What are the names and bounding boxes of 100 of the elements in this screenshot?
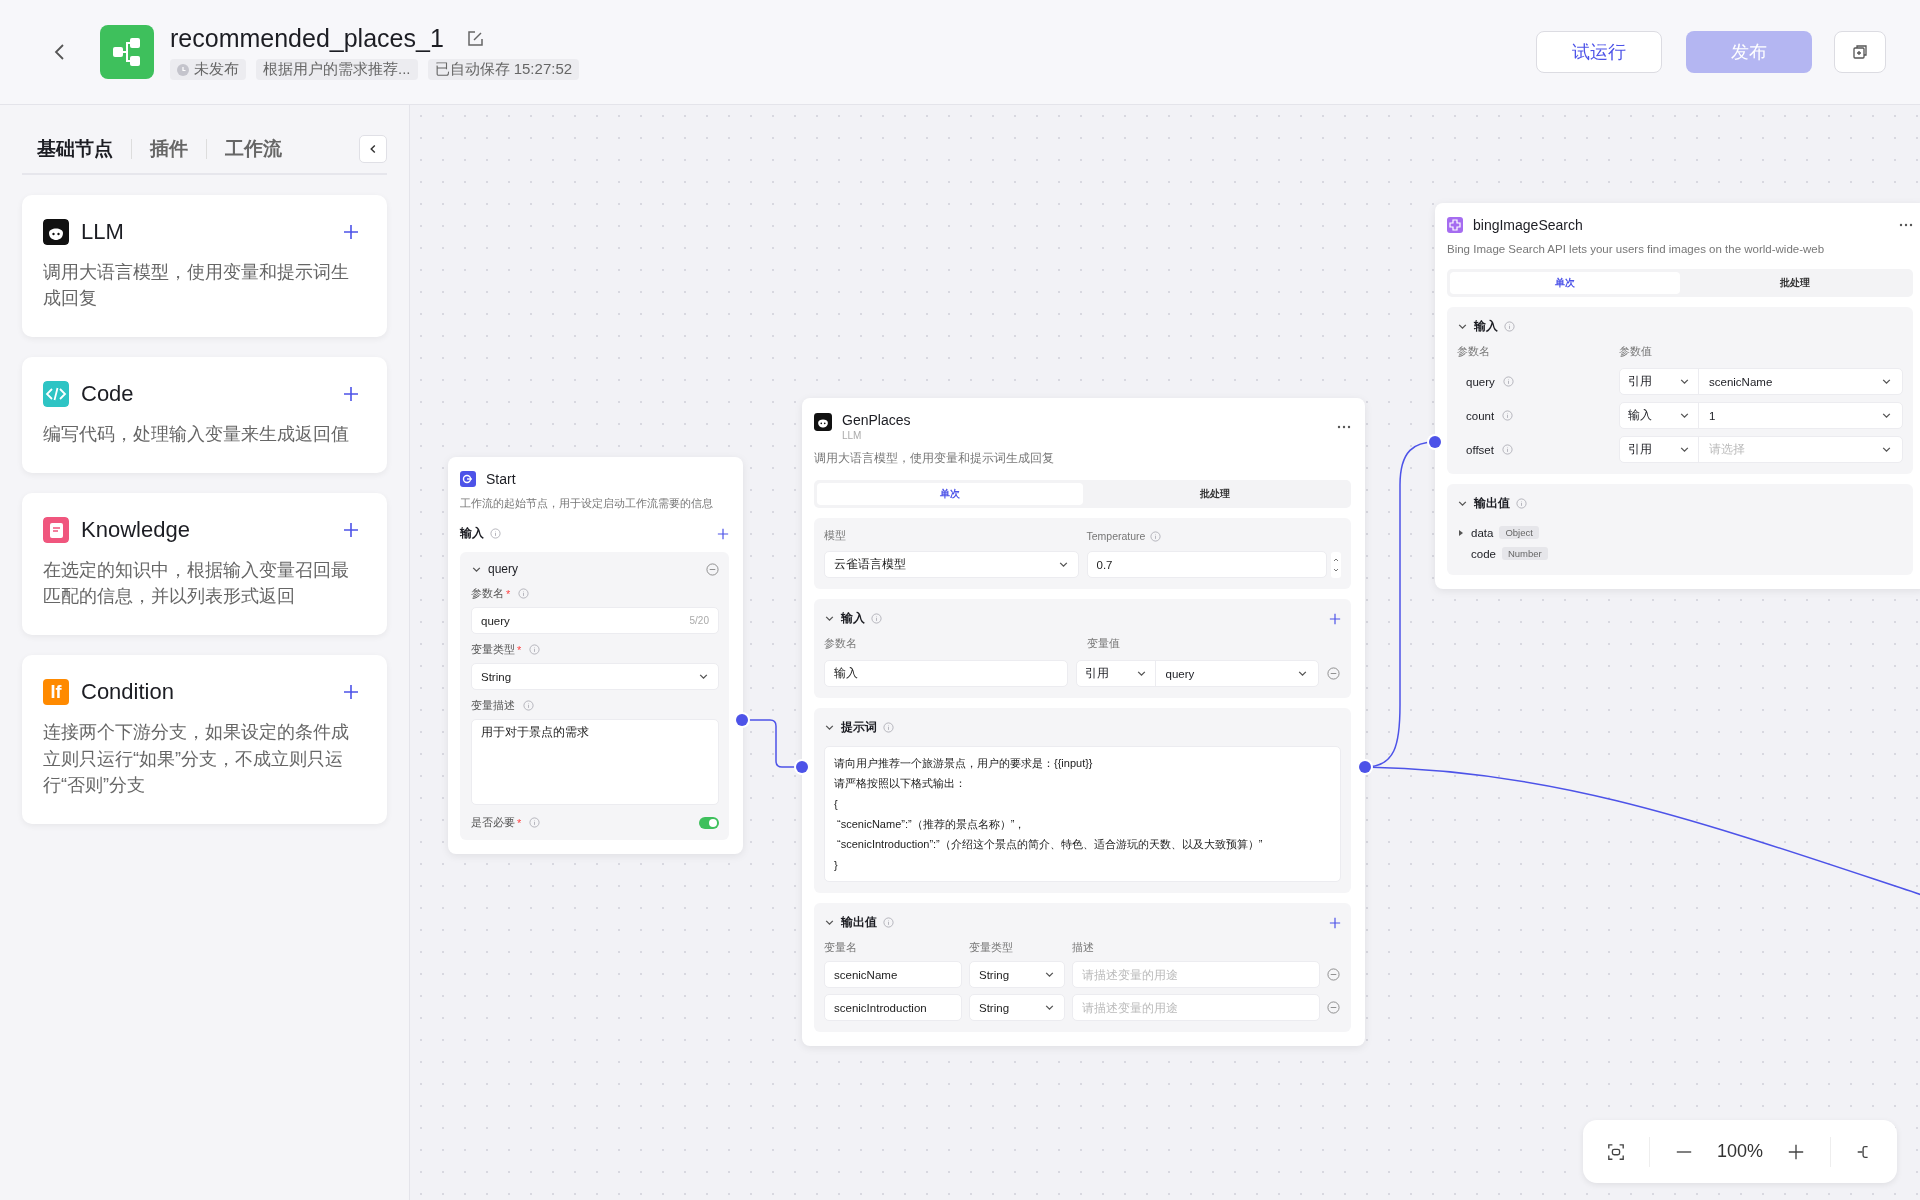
- info-icon: [883, 722, 894, 733]
- column-label: 参数名: [1457, 345, 1491, 359]
- info-icon: [529, 817, 541, 828]
- node-description: Bing Image Search API lets your users find images on the world-wide-web: [1447, 243, 1826, 255]
- parameter-name: offset: [1466, 443, 1494, 456]
- node-description: 编写代码，处理输入变量来生成返回值: [43, 423, 350, 447]
- node-card[interactable]: LLM 调用大语言模型，使用变量和提示词生成回复: [22, 195, 387, 338]
- section-title: 输出值: [1474, 495, 1510, 512]
- variable-name-field[interactable]: scenicName: [824, 961, 962, 989]
- fit-view-icon[interactable]: [1607, 1142, 1626, 1161]
- port-dot[interactable]: [796, 761, 808, 773]
- temperature-field[interactable]: 0.7: [1086, 551, 1327, 578]
- info-icon: [490, 528, 501, 539]
- add-icon[interactable]: [343, 386, 359, 403]
- section-title: 输出值: [841, 914, 877, 932]
- type-select[interactable]: String: [969, 961, 1065, 989]
- node-description: 在选定的知识中，根据输入变量召回最匹配的信息，并以列表形式返回: [43, 559, 350, 609]
- zoom-in-icon[interactable]: [1787, 1142, 1806, 1161]
- type-tag: Number: [1501, 547, 1548, 560]
- description-badge: 根据用户的需求推荐...: [256, 59, 418, 80]
- node-title: Code: [81, 381, 134, 408]
- sidebar-tab[interactable]: 基础节点: [37, 136, 113, 162]
- field-label: Temperature: [1086, 530, 1146, 542]
- add-icon[interactable]: [343, 684, 359, 701]
- info-icon: [518, 588, 530, 599]
- remove-icon[interactable]: [1327, 1001, 1340, 1015]
- robot-face-icon: [814, 413, 832, 431]
- type-select[interactable]: String: [969, 994, 1065, 1022]
- start-icon: [460, 471, 476, 487]
- node-title: Start: [486, 471, 516, 487]
- mode-tab[interactable]: 单次: [1450, 272, 1680, 294]
- field-label: 变量描述: [471, 698, 515, 713]
- start-node[interactable]: Start 工作流的起始节点，用于设定启动工作流需要的信息 输入 query 参数名 * query 5/20 变量类型 * String 变量描述 用于对于景点的需求 是否必要 *: [448, 457, 743, 854]
- workflow-title: recommended_places_1: [170, 24, 444, 53]
- port-dot[interactable]: [1359, 761, 1371, 773]
- info-icon: [883, 917, 894, 929]
- copy-button[interactable]: [1834, 31, 1886, 73]
- column-label: 变量名: [824, 941, 858, 956]
- remove-icon[interactable]: [1327, 667, 1340, 680]
- node-description: 调用大语言模型，使用变量和提示词生成回复: [814, 451, 1055, 466]
- column-label: 变量值: [1086, 637, 1121, 651]
- field-label: 是否必要: [471, 815, 515, 830]
- parameter-name: query: [488, 562, 519, 576]
- node-card[interactable]: Knowledge 在选定的知识中，根据输入变量召回最匹配的信息，并以列表形式返回: [22, 493, 387, 636]
- info-icon: [523, 700, 534, 711]
- info-icon: [1150, 530, 1162, 542]
- info-icon: [871, 613, 882, 624]
- required-mark: *: [517, 643, 522, 656]
- code-icon: [43, 381, 69, 408]
- parameter-name-field[interactable]: 输入: [824, 660, 1068, 687]
- description-field[interactable]: 用于对于景点的需求: [471, 719, 719, 805]
- field-label: 参数名: [471, 586, 504, 601]
- description-field[interactable]: 请描述变量的用途: [1072, 961, 1320, 989]
- port-dot[interactable]: [1429, 436, 1441, 448]
- parameter-name: query: [1466, 375, 1495, 388]
- section-title: 输入: [1474, 318, 1498, 335]
- field-label: 变量类型: [471, 642, 515, 657]
- add-icon[interactable]: [1329, 612, 1341, 625]
- column-label: 参数值: [1619, 345, 1653, 359]
- parameter-name-field[interactable]: query 5/20: [471, 607, 719, 634]
- column-label: 描述: [1072, 941, 1095, 956]
- expand-icon[interactable]: [1457, 528, 1465, 537]
- node-description: 连接两个下游分支，如果设定的条件成立则只运行“如果”分支，不成立则只运行“否则”分支: [43, 721, 350, 797]
- stepper-icon[interactable]: [1331, 551, 1341, 578]
- node-description: 工作流的起始节点，用于设定启动工作流需要的信息: [460, 497, 714, 511]
- model-select[interactable]: 云雀语言模型: [824, 551, 1079, 578]
- info-icon: [529, 644, 541, 655]
- edit-icon[interactable]: [465, 29, 484, 48]
- add-icon[interactable]: [343, 522, 359, 539]
- autosave-badge: 已自动保存 15:27:52: [427, 59, 580, 80]
- node-title: Condition: [81, 679, 174, 706]
- sidebar-tab[interactable]: 插件: [150, 136, 188, 162]
- plugin-icon: [1447, 217, 1463, 233]
- required-toggle[interactable]: [699, 816, 719, 829]
- info-icon: [1504, 321, 1515, 332]
- zoom-level: 100%: [1716, 1141, 1763, 1162]
- variable-name-field[interactable]: scenicIntroduction: [824, 994, 962, 1022]
- add-icon[interactable]: [1329, 916, 1341, 929]
- node-card[interactable]: Code 编写代码，处理输入变量来生成返回值: [22, 357, 387, 474]
- node-title: bingImageSearch: [1473, 217, 1583, 233]
- mode-tab[interactable]: 批处理: [1082, 483, 1348, 505]
- mode-tab[interactable]: 单次: [817, 483, 1083, 505]
- type-select[interactable]: String: [471, 663, 719, 690]
- section-title: 输入: [841, 610, 865, 627]
- required-mark: *: [506, 587, 511, 600]
- info-icon: [1516, 498, 1527, 509]
- prompt-field[interactable]: 请向用户推荐一个旅游景点，用户的要求是：{{input}} 请严格按照以下格式输出： { “scenicName”:”（推荐的景点名称）”， “scenicIntroduction”:”（介绍这个景点的简介、特色、适合游玩的天数、以及大致预算）” }: [824, 746, 1341, 883]
- remove-icon[interactable]: [1327, 968, 1340, 982]
- mode-tab[interactable]: 批处理: [1680, 272, 1910, 294]
- sidebar-tab[interactable]: 工作流: [225, 136, 282, 162]
- test-run-button[interactable]: 试运行: [1536, 31, 1662, 73]
- add-icon[interactable]: [717, 527, 729, 540]
- description-field[interactable]: 请描述变量的用途: [1072, 994, 1320, 1022]
- add-icon[interactable]: [343, 224, 359, 240]
- llm-node[interactable]: [802, 398, 1365, 1047]
- more-icon: [1899, 223, 1913, 227]
- port-dot[interactable]: [736, 714, 748, 726]
- node-card[interactable]: If Condition 连接两个下游分支，如果设定的条件成立则只运行“如果”分支，不成立则只运行“否则”分支: [22, 655, 387, 824]
- remove-icon[interactable]: [706, 562, 719, 576]
- info-icon: [1501, 444, 1513, 455]
